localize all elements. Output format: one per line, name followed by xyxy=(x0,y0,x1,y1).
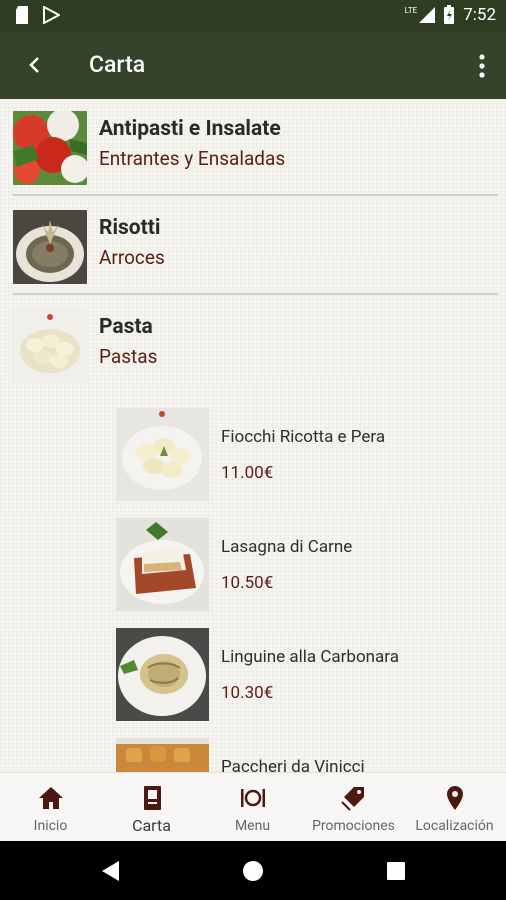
category-image xyxy=(13,111,87,185)
dish-item[interactable]: Fiocchi Ricotta e Pera 11.00€ xyxy=(116,408,506,504)
nav-item-localizacion[interactable]: Localización xyxy=(404,773,505,842)
plate-cutlery-icon xyxy=(240,789,265,807)
recents-square-icon[interactable] xyxy=(383,858,409,884)
dish-image xyxy=(116,408,209,501)
divider xyxy=(13,293,498,295)
dish-image xyxy=(116,628,209,721)
system-navigation-bar xyxy=(0,841,506,900)
nav-label: Promociones xyxy=(312,818,395,834)
play-store-icon xyxy=(43,6,60,24)
signal-icon xyxy=(419,7,436,23)
home-icon xyxy=(38,787,63,809)
back-arrow-icon[interactable] xyxy=(20,50,50,80)
nav-item-promociones[interactable]: Promociones xyxy=(303,773,404,842)
dish-price: 10.50€ xyxy=(221,573,274,593)
dish-name: Paccheri da Vinicci xyxy=(221,757,365,772)
category-image xyxy=(13,309,87,383)
nav-item-carta[interactable]: Carta xyxy=(101,773,202,842)
tag-icon xyxy=(340,787,364,811)
menu-book-icon xyxy=(143,786,161,810)
dish-name: Lasagna di Carne xyxy=(221,537,353,557)
category-subtitle: Pastas xyxy=(99,345,158,368)
network-type: LTE xyxy=(404,6,418,15)
sd-card-icon xyxy=(16,6,28,24)
bottom-navigation: Inicio Carta Menu Promociones Localizaci… xyxy=(0,772,506,841)
app-bar: Carta xyxy=(0,32,506,99)
home-circle-icon[interactable] xyxy=(240,858,266,884)
more-options-icon[interactable] xyxy=(474,52,490,80)
dish-image xyxy=(116,518,209,611)
category-antipasti[interactable]: Antipasti e Insalate Entrantes y Ensalad… xyxy=(0,99,506,198)
nav-item-menu[interactable]: Menu xyxy=(202,773,303,842)
menu-list[interactable]: Antipasti e Insalate Entrantes y Ensalad… xyxy=(0,99,506,772)
back-triangle-icon[interactable] xyxy=(98,858,124,884)
dish-price: 11.00€ xyxy=(221,463,274,483)
nav-item-inicio[interactable]: Inicio xyxy=(0,773,101,842)
dish-item[interactable]: Paccheri da Vinicci xyxy=(116,738,506,772)
nav-label: Carta xyxy=(132,816,171,835)
category-name: Risotti xyxy=(99,216,161,240)
category-subtitle: Entrantes y Ensaladas xyxy=(99,147,286,170)
nav-label: Menu xyxy=(234,818,271,834)
page-title: Carta xyxy=(89,51,146,78)
nav-label: Localización xyxy=(415,818,494,834)
category-risotti[interactable]: Risotti Arroces xyxy=(0,198,506,297)
dish-price: 10.30€ xyxy=(221,683,274,703)
category-name: Antipasti e Insalate xyxy=(99,117,281,141)
divider xyxy=(13,194,498,196)
clock: 7:52 xyxy=(463,5,496,25)
location-pin-icon xyxy=(446,786,463,810)
dish-item[interactable]: Lasagna di Carne 10.50€ xyxy=(116,518,506,614)
dish-name: Fiocchi Ricotta e Pera xyxy=(221,427,386,447)
category-name: Pasta xyxy=(99,315,153,339)
dish-name: Linguine alla Carbonara xyxy=(221,647,399,667)
dish-item[interactable]: Linguine alla Carbonara 10.30€ xyxy=(116,628,506,724)
battery-icon xyxy=(444,5,455,24)
category-subtitle: Arroces xyxy=(99,246,165,269)
status-bar: LTE 7:52 xyxy=(0,0,506,32)
category-image xyxy=(13,210,87,284)
nav-label: Inicio xyxy=(33,818,68,834)
category-pasta[interactable]: Pasta Pastas xyxy=(0,297,506,396)
dish-image xyxy=(116,738,209,772)
